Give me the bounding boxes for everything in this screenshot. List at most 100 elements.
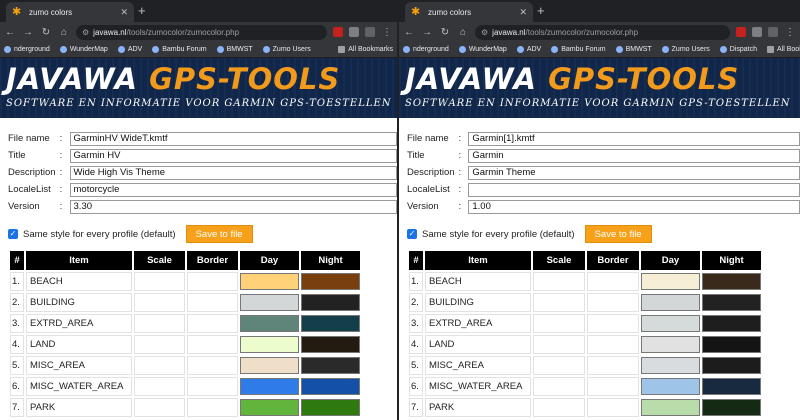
border-cell[interactable] — [187, 356, 238, 375]
border-cell[interactable] — [587, 272, 639, 291]
localelist-field[interactable] — [468, 182, 800, 197]
description-field[interactable]: Wide High Vis Theme — [69, 165, 397, 180]
address-bar[interactable]: ⚙ javawa.nl/tools/zumocolor/zumocolor.ph… — [76, 24, 327, 40]
border-cell[interactable] — [187, 272, 238, 291]
bookmark-item[interactable]: BMWST — [216, 46, 253, 53]
home-icon[interactable]: ⌂ — [457, 27, 469, 38]
description-field[interactable]: Garmin Theme — [468, 165, 800, 180]
address-bar[interactable]: ⚙ javawa.nl/tools/zumocolor/zumocolor.ph… — [475, 24, 730, 40]
extension-icon[interactable] — [768, 27, 778, 37]
bookmark-item[interactable]: Bambu Forum — [152, 46, 207, 53]
day-color-swatch[interactable] — [240, 378, 299, 395]
bookmark-item[interactable]: BMWST — [615, 46, 652, 53]
border-cell[interactable] — [587, 335, 639, 354]
day-color-swatch[interactable] — [240, 336, 299, 353]
day-color-swatch[interactable] — [240, 294, 299, 311]
border-cell[interactable] — [187, 335, 238, 354]
day-color-swatch[interactable] — [240, 315, 299, 332]
home-icon[interactable]: ⌂ — [58, 27, 70, 38]
scale-cell[interactable] — [533, 356, 585, 375]
day-color-swatch[interactable] — [641, 357, 700, 374]
day-color-swatch[interactable] — [240, 399, 299, 416]
border-cell[interactable] — [587, 398, 639, 417]
bookmark-item[interactable]: Bambu Forum — [551, 46, 606, 53]
day-color-swatch[interactable] — [641, 273, 700, 290]
scale-cell[interactable] — [134, 398, 185, 417]
same-style-checkbox[interactable]: ✓ — [8, 229, 18, 239]
scale-cell[interactable] — [533, 314, 585, 333]
all-bookmarks[interactable]: All Bookmarks — [338, 46, 393, 53]
reload-icon[interactable]: ↻ — [439, 27, 451, 38]
bookmark-item[interactable]: ADV — [516, 46, 541, 53]
bookmark-item[interactable]: WunderMap — [458, 46, 507, 53]
version-field[interactable]: 1.00 — [468, 199, 800, 214]
bookmark-item[interactable]: Zumo Users — [661, 46, 710, 53]
bookmark-item[interactable]: WunderMap — [59, 46, 108, 53]
night-color-swatch[interactable] — [702, 378, 761, 395]
night-color-swatch[interactable] — [702, 357, 761, 374]
file-name-field[interactable]: GarminHV WideT.kmtf — [69, 131, 397, 146]
title-field[interactable]: Garmin HV — [69, 148, 397, 163]
day-color-swatch[interactable] — [240, 273, 299, 290]
bookmark-item[interactable]: ADV — [117, 46, 142, 53]
day-color-swatch[interactable] — [641, 294, 700, 311]
day-color-swatch[interactable] — [240, 357, 299, 374]
night-color-swatch[interactable] — [702, 336, 761, 353]
day-color-swatch[interactable] — [641, 378, 700, 395]
version-field[interactable]: 3.30 — [69, 199, 397, 214]
border-cell[interactable] — [587, 293, 639, 312]
border-cell[interactable] — [587, 314, 639, 333]
border-cell[interactable] — [187, 398, 238, 417]
all-bookmarks[interactable]: All Bookmarks — [767, 46, 800, 53]
scale-cell[interactable] — [134, 377, 185, 396]
night-color-swatch[interactable] — [301, 378, 360, 395]
extension-icon[interactable] — [349, 27, 359, 37]
bookmark-item[interactable]: Dispatch — [719, 46, 757, 53]
border-cell[interactable] — [187, 293, 238, 312]
new-tab-icon[interactable]: + — [537, 3, 545, 18]
night-color-swatch[interactable] — [301, 357, 360, 374]
scale-cell[interactable] — [134, 335, 185, 354]
localelist-field[interactable]: motorcycle — [69, 182, 397, 197]
day-color-swatch[interactable] — [641, 315, 700, 332]
scale-cell[interactable] — [134, 356, 185, 375]
forward-icon[interactable]: → — [421, 27, 433, 38]
close-icon[interactable]: ✕ — [120, 7, 128, 18]
browser-tab[interactable]: ✱ zumo colors ✕ — [405, 2, 533, 22]
scale-cell[interactable] — [533, 377, 585, 396]
night-color-swatch[interactable] — [301, 399, 360, 416]
scale-cell[interactable] — [134, 272, 185, 291]
bookmark-item[interactable]: nderground — [403, 46, 449, 53]
menu-icon[interactable]: ⋮ — [381, 27, 393, 38]
scale-cell[interactable] — [134, 314, 185, 333]
extension-icon[interactable] — [752, 27, 762, 37]
back-icon[interactable]: ← — [403, 27, 415, 38]
browser-tab[interactable]: ✱ zumo colors ✕ — [6, 2, 134, 22]
bookmark-item[interactable]: nderground — [4, 46, 50, 53]
site-info-icon[interactable]: ⚙ — [481, 28, 488, 37]
night-color-swatch[interactable] — [702, 315, 761, 332]
night-color-swatch[interactable] — [301, 294, 360, 311]
night-color-swatch[interactable] — [301, 315, 360, 332]
reload-icon[interactable]: ↻ — [40, 27, 52, 38]
save-to-file-button[interactable]: Save to file — [185, 225, 253, 243]
scale-cell[interactable] — [533, 272, 585, 291]
save-to-file-button[interactable]: Save to file — [584, 225, 652, 243]
border-cell[interactable] — [587, 377, 639, 396]
night-color-swatch[interactable] — [301, 273, 360, 290]
title-field[interactable]: Garmin — [468, 148, 800, 163]
scale-cell[interactable] — [533, 293, 585, 312]
site-info-icon[interactable]: ⚙ — [82, 28, 89, 37]
border-cell[interactable] — [187, 377, 238, 396]
extension-icon[interactable] — [365, 27, 375, 37]
day-color-swatch[interactable] — [641, 336, 700, 353]
scale-cell[interactable] — [134, 293, 185, 312]
forward-icon[interactable]: → — [22, 27, 34, 38]
night-color-swatch[interactable] — [702, 294, 761, 311]
scale-cell[interactable] — [533, 335, 585, 354]
extension-icon[interactable] — [333, 27, 343, 37]
scale-cell[interactable] — [533, 398, 585, 417]
same-style-checkbox[interactable]: ✓ — [407, 229, 417, 239]
night-color-swatch[interactable] — [702, 399, 761, 416]
night-color-swatch[interactable] — [301, 336, 360, 353]
